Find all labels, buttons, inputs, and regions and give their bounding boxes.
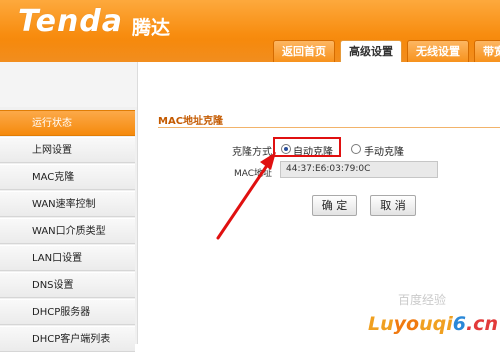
sidebar-top-panel: [0, 62, 138, 107]
watermark-part-c: uqi: [419, 313, 453, 335]
radio-manual-clone[interactable]: [351, 144, 361, 154]
watermark-part-b: yo: [393, 313, 420, 335]
confirm-button[interactable]: 确 定: [312, 195, 357, 216]
cancel-button[interactable]: 取 消: [370, 195, 416, 216]
sidebar: 运行状态 上网设置 MAC克隆 WAN速率控制 WAN口介质类型 LAN口设置 …: [0, 107, 138, 352]
sidebar-item-dhcp-clients[interactable]: DHCP客户端列表: [0, 326, 135, 352]
clone-method-label: 克隆方式: [232, 147, 272, 158]
tenda-logo: Tenda: [18, 4, 124, 39]
title-divider: [158, 127, 500, 128]
site-watermark: Luyouqi6.cn: [368, 313, 498, 335]
sidebar-item-lan[interactable]: LAN口设置: [0, 245, 135, 271]
tenda-logo-cn: 腾达: [132, 17, 171, 39]
sidebar-item-internet[interactable]: 上网设置: [0, 137, 135, 163]
radio-manual-clone-label[interactable]: 手动克隆: [364, 143, 404, 158]
watermark-part-d: 6: [452, 313, 466, 335]
sidebar-item-wan-rate[interactable]: WAN速率控制: [0, 191, 135, 217]
sidebar-item-status[interactable]: 运行状态: [0, 110, 135, 136]
top-header: Tenda 腾达 返回首页 高级设置 无线设置 带宽: [0, 0, 500, 62]
sidebar-item-wan-media[interactable]: WAN口介质类型: [0, 218, 135, 244]
sidebar-item-dhcp-server[interactable]: DHCP服务器: [0, 299, 135, 325]
red-highlight-box: [273, 137, 341, 157]
watermark-part-e: .cn: [465, 313, 498, 335]
watermark-part-a: Lu: [368, 313, 394, 335]
watermark-cn: 百度经验: [398, 293, 447, 307]
mac-address-label: MAC地址: [234, 169, 273, 179]
sidebar-item-dns[interactable]: DNS设置: [0, 272, 135, 298]
tab-home[interactable]: 返回首页: [273, 40, 335, 62]
tab-wireless[interactable]: 无线设置: [407, 40, 469, 62]
tab-advanced[interactable]: 高级设置: [340, 40, 402, 62]
mac-address-field[interactable]: 44:37:E6:03:79:0C: [280, 161, 438, 178]
tab-bandwidth[interactable]: 带宽: [474, 40, 500, 62]
sidebar-item-mac-clone[interactable]: MAC克隆: [0, 164, 135, 190]
page-title: MAC地址克隆: [158, 116, 224, 127]
